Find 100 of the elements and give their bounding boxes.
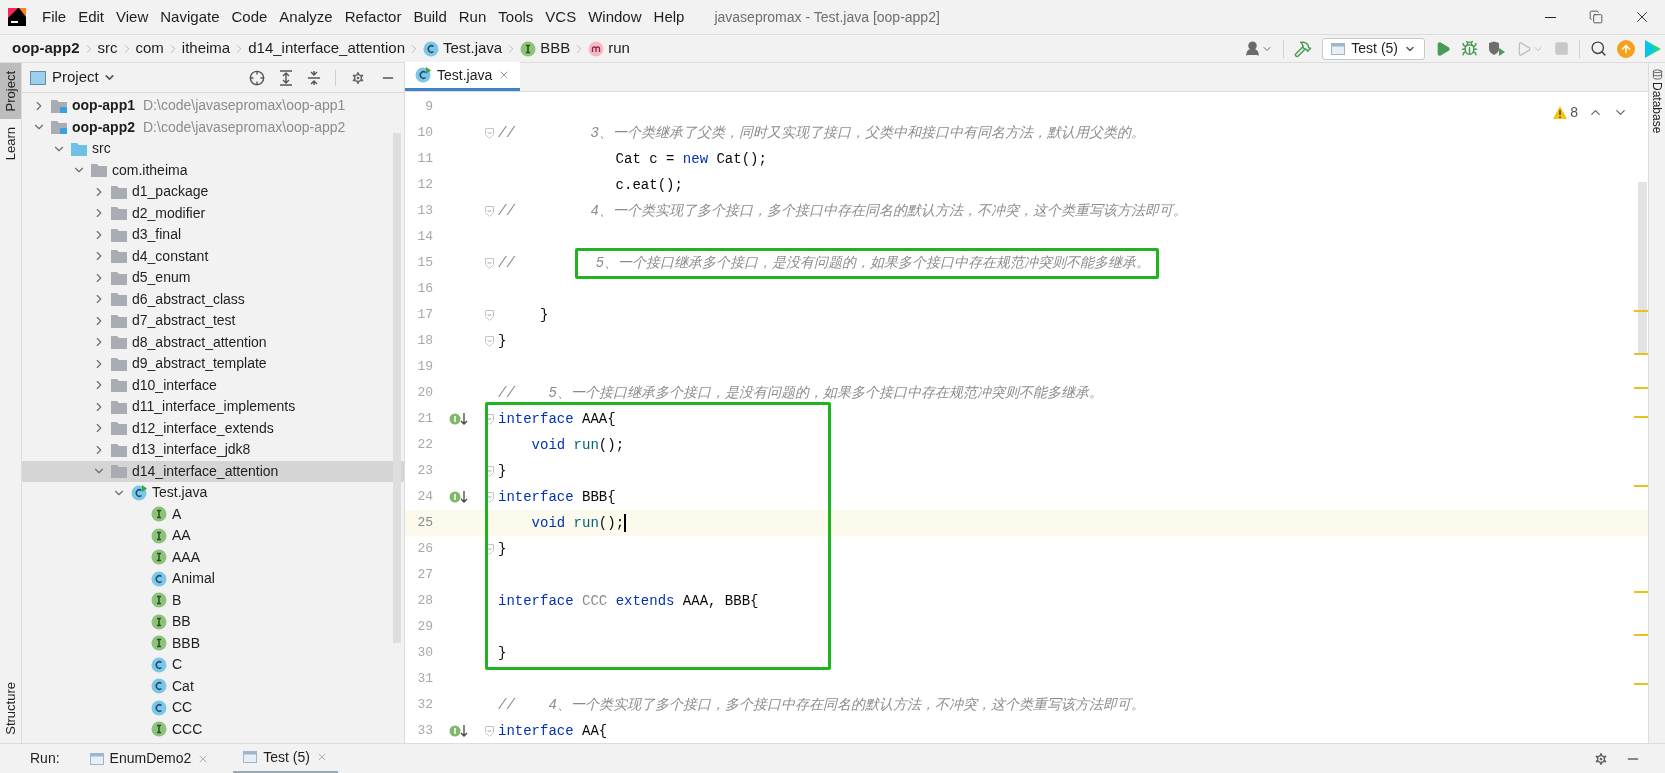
- fold-marker-icon[interactable]: [485, 257, 494, 269]
- search-icon[interactable]: [1590, 40, 1607, 57]
- tree-item[interactable]: src: [22, 138, 404, 160]
- code-token: }: [498, 461, 507, 481]
- implemented-marker-icon[interactable]: [449, 411, 469, 427]
- collapse-all-icon[interactable]: [307, 69, 321, 86]
- tree-item[interactable]: com.itheima: [22, 159, 404, 181]
- tree-item[interactable]: B: [22, 589, 404, 611]
- fold-marker-icon[interactable]: [485, 413, 494, 425]
- menu-item[interactable]: File: [36, 5, 73, 29]
- implemented-marker-icon[interactable]: [449, 723, 469, 739]
- menu-item[interactable]: Help: [647, 5, 691, 29]
- line-number: 15: [416, 254, 433, 273]
- breadcrumb-item[interactable]: Test.java: [423, 37, 503, 60]
- tool-window-tab[interactable]: Project: [0, 63, 21, 120]
- line-number: 12: [416, 176, 433, 195]
- folder-icon: [111, 249, 127, 264]
- account-icon[interactable]: [1244, 40, 1274, 57]
- tool-window-tab[interactable]: Database: [1648, 69, 1665, 134]
- tree-item[interactable]: d8_abstract_attention: [22, 331, 404, 353]
- run-tab[interactable]: Test (5): [233, 743, 338, 773]
- breadcrumb-item[interactable]: BBB: [520, 37, 571, 60]
- tree-item[interactable]: BB: [22, 611, 404, 633]
- breadcrumb-item[interactable]: oop-app2: [12, 37, 80, 60]
- menu-item[interactable]: Refactor: [338, 5, 408, 29]
- tree-item[interactable]: d6_abstract_class: [22, 288, 404, 310]
- run-configuration-dropdown[interactable]: Test (5): [1322, 37, 1425, 60]
- settings-icon[interactable]: [1593, 750, 1609, 767]
- code-token: AAA, BBB{: [681, 591, 759, 611]
- tree-item[interactable]: d13_interface_jdk8: [22, 439, 404, 461]
- tree-item[interactable]: d9_abstract_template: [22, 353, 404, 375]
- tree-item[interactable]: d7_abstract_test: [22, 310, 404, 332]
- menu-item[interactable]: Window: [582, 5, 648, 29]
- tree-item[interactable]: BBB: [22, 632, 404, 654]
- breadcrumb-item[interactable]: run: [588, 37, 630, 60]
- panel-title[interactable]: Project: [52, 66, 99, 89]
- tool-window-tab[interactable]: Structure: [0, 674, 21, 743]
- menu-item[interactable]: Analyze: [273, 5, 339, 29]
- tree-item[interactable]: Cat: [22, 675, 404, 697]
- folder-icon: [111, 313, 127, 328]
- menu-item[interactable]: Navigate: [154, 5, 226, 29]
- settings-icon[interactable]: [350, 69, 366, 86]
- fold-marker-icon[interactable]: [485, 725, 494, 737]
- folder-icon: [111, 399, 127, 414]
- menu-item[interactable]: Run: [452, 5, 493, 29]
- breadcrumb-item[interactable]: src: [97, 37, 118, 60]
- tree-item[interactable]: d12_interface_extends: [22, 417, 404, 439]
- build-icon[interactable]: [1294, 39, 1313, 58]
- tree-item[interactable]: oop-app1 D:\code\javasepromax\oop-app1: [22, 95, 404, 117]
- menu-item[interactable]: Build: [407, 5, 453, 29]
- fold-marker-icon[interactable]: [485, 309, 494, 321]
- breadcrumb-item[interactable]: itheima: [181, 37, 231, 60]
- fold-marker-icon[interactable]: [485, 205, 494, 217]
- tree-item[interactable]: Animal: [22, 568, 404, 590]
- tree-item[interactable]: d1_package: [22, 181, 404, 203]
- warning-count[interactable]: 8: [1553, 102, 1578, 123]
- tool-window-tab[interactable]: Learn: [0, 119, 21, 169]
- tree-item[interactable]: C: [22, 654, 404, 676]
- fold-marker-icon[interactable]: [485, 543, 494, 555]
- menu-item[interactable]: Tools: [492, 5, 540, 29]
- tree-item[interactable]: CC: [22, 697, 404, 719]
- fold-marker-icon[interactable]: [485, 335, 494, 347]
- fold-marker-icon[interactable]: [485, 127, 494, 139]
- tree-item[interactable]: d10_interface: [22, 374, 404, 396]
- breadcrumb-item[interactable]: d14_interface_attention: [248, 37, 405, 60]
- coverage-icon[interactable]: [1488, 40, 1506, 57]
- run-tab[interactable]: EnumDemo2: [79, 743, 220, 773]
- expand-all-icon[interactable]: [279, 69, 293, 86]
- locate-icon[interactable]: [249, 69, 265, 86]
- interface-icon: [520, 40, 537, 57]
- fold-marker-icon[interactable]: [485, 465, 494, 477]
- menu-item[interactable]: Code: [225, 5, 274, 29]
- tree-item[interactable]: A: [22, 503, 404, 525]
- tree-item[interactable]: d4_constant: [22, 245, 404, 267]
- run-icon[interactable]: [1435, 40, 1451, 57]
- tree-item[interactable]: CCC: [22, 718, 404, 740]
- menu-item[interactable]: Edit: [72, 5, 111, 29]
- window-icon: [1331, 42, 1346, 55]
- module-folder-icon: [51, 120, 67, 135]
- tree-item[interactable]: Test.java: [22, 482, 404, 504]
- scrollbar-thumb[interactable]: [393, 133, 401, 643]
- tree-item[interactable]: d2_modifier: [22, 202, 404, 224]
- fold-marker-icon[interactable]: [485, 491, 494, 503]
- tree-item[interactable]: AAA: [22, 546, 404, 568]
- interface-icon: [151, 635, 167, 652]
- breadcrumb-item[interactable]: com: [135, 37, 164, 60]
- implemented-marker-icon[interactable]: [449, 489, 469, 505]
- menu-item[interactable]: View: [110, 5, 155, 29]
- scrollbar-thumb[interactable]: [1638, 182, 1647, 354]
- tree-item[interactable]: AA: [22, 525, 404, 547]
- tree-item[interactable]: d11_interface_implements: [22, 396, 404, 418]
- tree-item[interactable]: oop-app2 D:\code\javasepromax\oop-app2: [22, 116, 404, 138]
- tree-item[interactable]: d14_interface_attention: [22, 460, 404, 482]
- folder-icon: [111, 270, 127, 285]
- menu-item[interactable]: VCS: [539, 5, 583, 29]
- tree-item[interactable]: d3_final: [22, 224, 404, 246]
- debug-icon[interactable]: [1461, 40, 1478, 57]
- folder-icon: [111, 335, 127, 350]
- editor-tab[interactable]: Test.java: [405, 62, 521, 91]
- tree-item[interactable]: d5_enum: [22, 267, 404, 289]
